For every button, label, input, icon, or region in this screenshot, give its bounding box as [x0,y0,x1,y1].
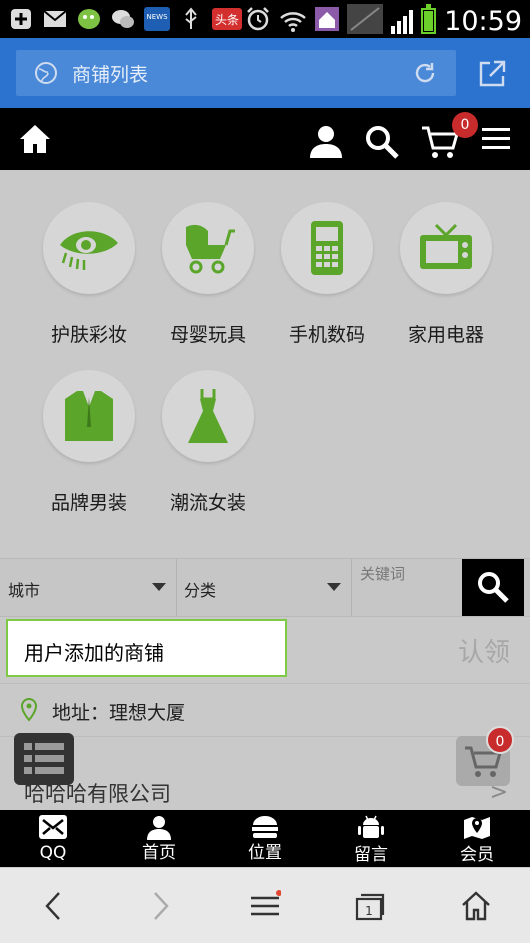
chevron-down-icon [327,583,341,591]
eye-makeup-icon [60,231,118,270]
nav-label: 会员 [460,845,494,865]
svg-text:头条: 头条 [215,13,239,27]
category-label: 家用电器 [407,324,484,346]
tv-icon [420,223,472,269]
home-app-icon [315,7,340,35]
back-icon[interactable] [38,890,70,922]
category-menswear[interactable]: 品牌男装 [29,370,149,515]
browser-address-bar: 商铺列表 [0,38,530,108]
url-field[interactable]: 商铺列表 [16,50,456,96]
map-pin-icon [464,817,490,839]
category-label: 手机数码 [288,324,365,346]
no-sim-icon [347,4,384,38]
search-icon [478,572,509,603]
wechat-icon [110,6,136,32]
city-select[interactable]: 城市 [0,559,177,616]
user-icon [147,816,171,840]
nav-item-qq[interactable]: QQ [0,810,106,867]
usb-icon [178,6,204,32]
city-select-label: 城市 [8,581,41,600]
burger-icon [252,816,278,838]
android-icon [358,815,384,838]
menu-icon[interactable] [249,890,281,922]
filter-bar: 城市 分类 关键词 [0,558,530,617]
forward-icon[interactable] [144,890,176,922]
category-phones-digital[interactable]: 手机数码 [267,202,387,347]
toutiao-app-icon: 头条 [212,6,242,32]
home-icon[interactable] [18,122,52,156]
category-label: 护肤彩妆 [50,324,127,346]
svg-text:1: 1 [365,904,373,918]
globe-icon [35,62,57,84]
signal-icon [391,8,414,34]
nav-label: 位置 [248,843,282,863]
category-label: 潮流女装 [169,492,246,514]
nav-item-home[interactable]: 首页 [106,810,212,867]
site-header: 0 [0,108,530,170]
refresh-icon[interactable] [412,60,438,86]
nav-label: 首页 [142,843,176,863]
category-select[interactable]: 分类 [176,559,352,616]
shop-address: 地址：理想大厦 [52,702,186,724]
battery-icon [421,4,437,34]
mail-icon [42,6,68,32]
cart-count-badge: 0 [452,112,478,138]
keyword-placeholder: 关键词 [360,565,406,583]
nav-item-location[interactable]: 位置 [212,810,318,867]
phone-icon [311,221,343,275]
nav-label: QQ [39,843,67,863]
main-content: 护肤彩妆 母婴玩具 手机数码 家用电器 品牌男装 潮流女装 城市 分类 关键词 … [0,170,530,810]
category-baby-toys[interactable]: 母婴玩具 [148,202,268,347]
suit-icon [65,391,113,441]
list-icon [24,743,64,774]
category-skincare[interactable]: 护肤彩妆 [29,202,149,347]
chevron-down-icon [152,583,166,591]
stroller-icon [186,224,235,274]
svg-text:NEWS: NEWS [146,13,168,21]
nav-item-member[interactable]: 会员 [424,810,530,867]
shop-name-card[interactable]: 用户添加的商铺 [6,619,287,677]
menu-icon[interactable] [482,128,510,152]
user-icon[interactable] [308,124,344,158]
clock-time: 10:59 [444,5,522,37]
search-icon[interactable] [364,124,400,160]
wifi-icon [279,9,307,33]
claim-button[interactable]: 认领 [458,632,510,669]
dress-icon [188,389,228,443]
open-external-icon[interactable] [476,58,508,90]
keyword-input[interactable]: 关键词 [352,559,462,616]
nav-item-message[interactable]: 留言 [318,810,424,867]
shop-name: 用户添加的商铺 [24,641,164,665]
home-icon[interactable] [460,890,492,922]
mail-icon [39,815,67,839]
shop-address-row: 地址：理想大厦 [0,683,530,737]
category-select-label: 分类 [184,581,217,600]
category-label: 品牌男装 [50,492,127,514]
location-pin-icon [20,698,38,722]
status-bar: NEWS 头条 10:59 [0,0,530,38]
alarm-icon [245,6,271,36]
bottom-nav: QQ 首页 位置 留言 会员 [0,810,530,867]
list-view-button[interactable] [14,733,74,785]
add-notification-icon [8,6,34,32]
page-title: 商铺列表 [72,63,149,86]
category-womenswear[interactable]: 潮流女装 [148,370,268,515]
category-label: 母婴玩具 [169,324,246,346]
nav-label: 留言 [354,845,388,865]
browser-toolbar: 1 [0,867,530,943]
tabs-icon[interactable]: 1 [354,890,386,922]
news-app-icon: NEWS [144,6,170,32]
category-home-appliances[interactable]: 家用电器 [386,202,506,347]
search-button[interactable] [462,559,524,616]
wechat-moments-icon [76,6,102,32]
floating-cart-count-badge: 0 [486,726,514,754]
